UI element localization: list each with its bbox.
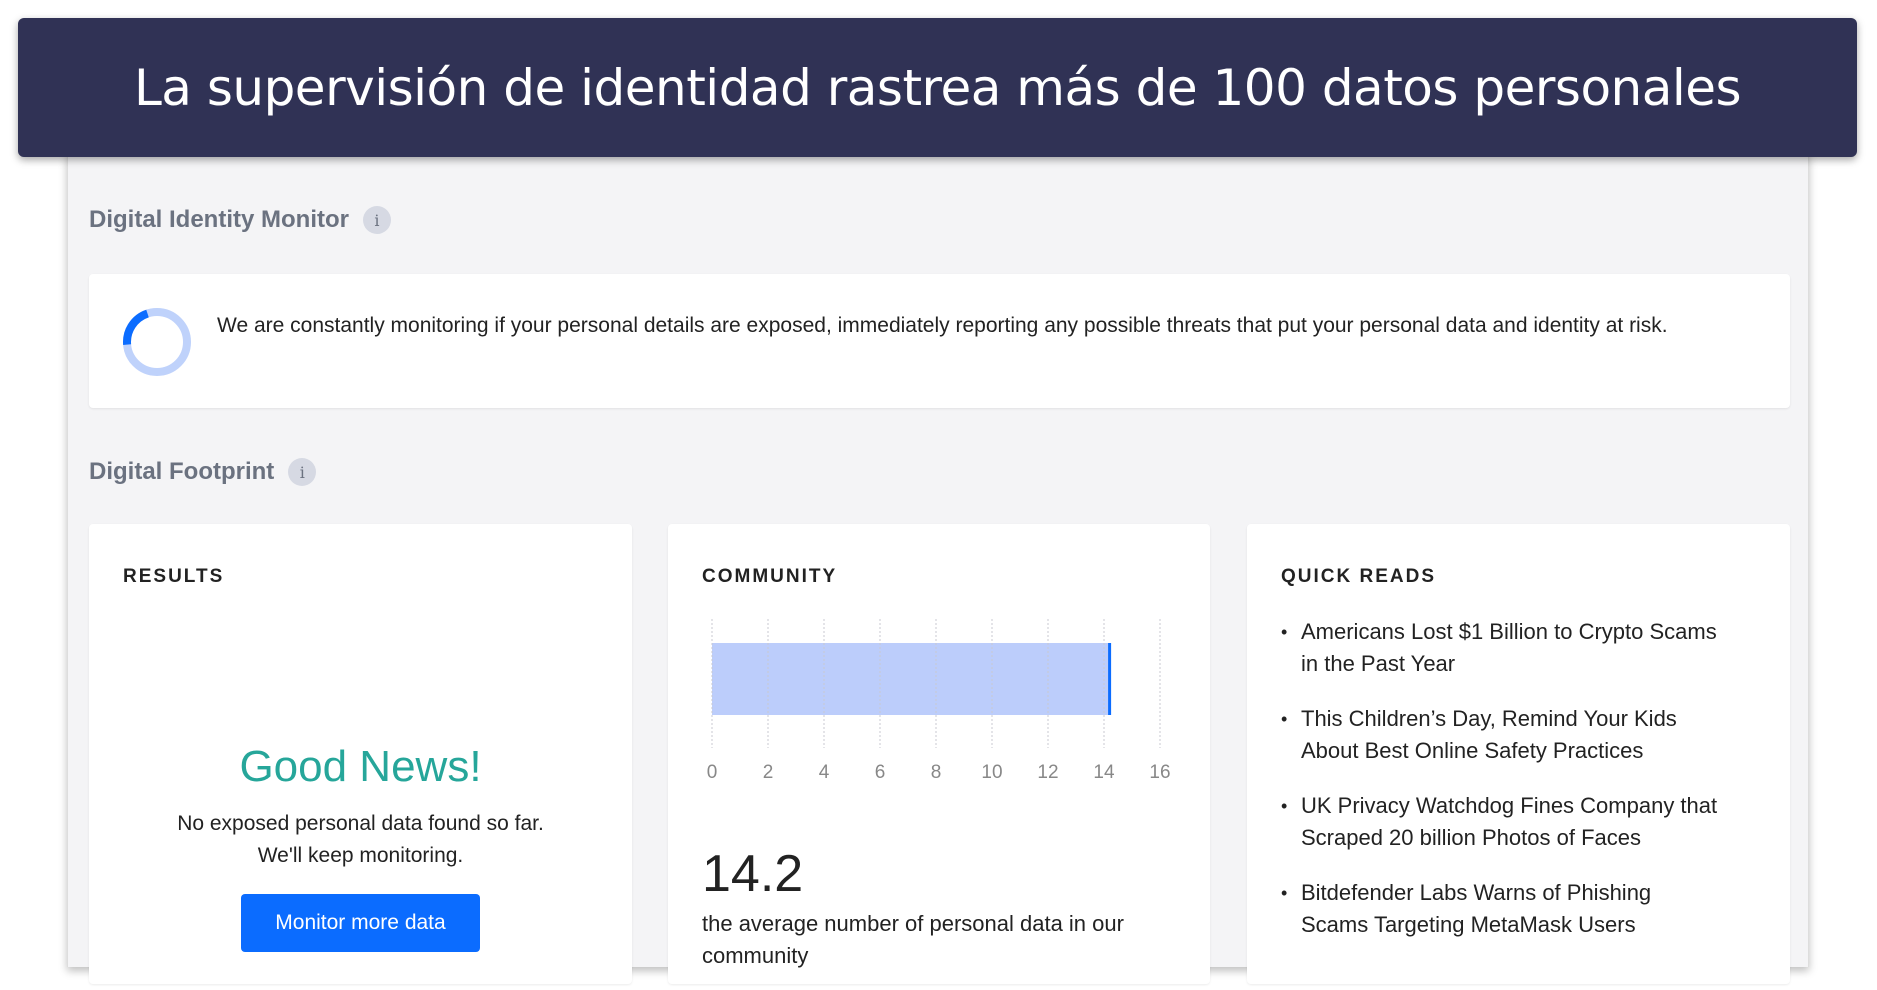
results-message: No exposed personal data found so far. W… (89, 808, 632, 872)
tick-label: 6 (875, 762, 886, 783)
bar (712, 643, 1110, 715)
quick-read-link[interactable]: Bitdefender Labs Warns of Phishing Scams… (1281, 877, 1721, 941)
section-title: Digital Footprint (89, 458, 275, 485)
tick-label: 16 (1149, 762, 1170, 783)
results-line: No exposed personal data found so far. (177, 812, 544, 835)
tick-label: 8 (931, 762, 942, 783)
identity-monitor-heading: Digital Identity Monitor i (89, 206, 391, 234)
community-caption: the average number of personal data in o… (702, 911, 1124, 968)
tick-label: 4 (819, 762, 830, 783)
community-average-value: 14.2 (702, 845, 804, 903)
monitor-description: We are constantly monitoring if your per… (217, 314, 1668, 337)
community-card: COMMUNITY 0 2 4 6 8 10 12 14 16 14.2 the average… (668, 524, 1210, 984)
quick-read-link[interactable]: Americans Lost $1 Billion to Crypto Scam… (1281, 616, 1721, 680)
results-card: RESULTS Good News! No exposed personal d… (89, 524, 632, 984)
card-title: COMMUNITY (702, 566, 838, 587)
quick-read-link[interactable]: This Children’s Day, Remind Your Kids Ab… (1281, 703, 1721, 767)
card-title: RESULTS (123, 566, 225, 587)
digital-footprint-heading: Digital Footprint i (89, 458, 317, 486)
good-news-headline: Good News! (239, 742, 482, 791)
quick-reads-list: Americans Lost $1 Billion to Crypto Scam… (1281, 616, 1721, 964)
quick-read-link[interactable]: UK Privacy Watchdog Fines Company that S… (1281, 790, 1721, 854)
card-title: QUICK READS (1281, 566, 1437, 587)
tick-label: 0 (707, 762, 718, 783)
tick-label: 12 (1037, 762, 1058, 783)
tick-label: 2 (763, 762, 774, 783)
tick-label: 10 (981, 762, 1002, 783)
tick-label: 14 (1093, 762, 1115, 783)
info-icon[interactable]: i (288, 458, 317, 486)
info-icon[interactable]: i (362, 206, 391, 234)
section-title: Digital Identity Monitor (89, 206, 349, 233)
banner-title: La supervisión de identidad rastrea más … (18, 18, 1857, 157)
results-line: We'll keep monitoring. (257, 844, 464, 867)
monitor-card: We are constantly monitoring if your per… (89, 274, 1790, 408)
monitoring-spinner-icon (123, 308, 191, 376)
quick-reads-card: QUICK READS Americans Lost $1 Billion to… (1247, 524, 1790, 984)
monitor-more-data-button[interactable]: Monitor more data (241, 894, 480, 952)
community-bar-chart: 0 2 4 6 8 10 12 14 16 (707, 619, 1171, 783)
